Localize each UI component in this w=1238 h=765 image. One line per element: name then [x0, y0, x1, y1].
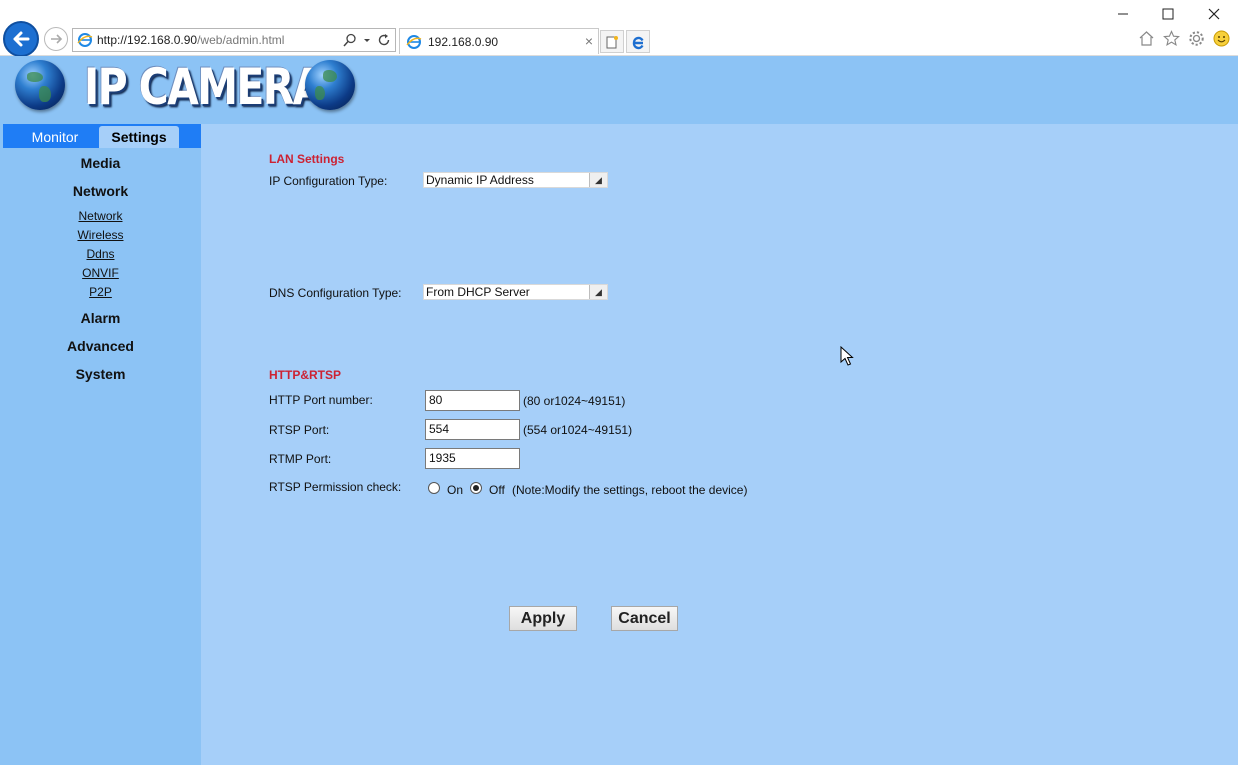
mouse-cursor-icon: [840, 346, 854, 366]
ip-config-label: IP Configuration Type:: [269, 174, 388, 188]
sidebar-tab-bar: Monitor Settings: [3, 124, 201, 148]
sidebar-link-ddns[interactable]: Ddns: [0, 247, 201, 261]
forward-button[interactable]: [44, 27, 68, 51]
new-tab-button[interactable]: [600, 30, 624, 53]
apply-button[interactable]: Apply: [509, 606, 577, 631]
banner-title: IP CAMERA: [84, 58, 324, 116]
rtmp-port-label: RTMP Port:: [269, 452, 332, 466]
http-port-input[interactable]: 80: [425, 390, 520, 411]
home-icon[interactable]: [1138, 30, 1155, 47]
permission-off-label: Off: [489, 483, 505, 497]
globe-logo-right: [305, 60, 355, 110]
smiley-feedback-icon[interactable]: [1213, 30, 1230, 47]
url-host: http://192.168.0.90: [97, 33, 198, 47]
browser-tab[interactable]: 192.168.0.90 ×: [399, 28, 599, 54]
ip-config-value: Dynamic IP Address: [426, 173, 534, 187]
sidebar-link-network[interactable]: Network: [0, 209, 201, 223]
browser-chrome: http://192.168.0.90/web/admin.html 192.1…: [0, 0, 1238, 57]
forward-arrow-icon: [51, 34, 63, 44]
sidebar-section-network[interactable]: Network: [0, 183, 201, 199]
sidebar-link-onvif[interactable]: ONVIF: [0, 266, 201, 280]
tab-settings[interactable]: Settings: [99, 126, 179, 148]
search-icon[interactable]: [343, 33, 357, 47]
lan-settings-heading: LAN Settings: [269, 152, 345, 166]
sidebar-section-media[interactable]: Media: [0, 155, 201, 171]
tab-favicon-icon: [406, 34, 422, 49]
dropdown-icon[interactable]: [363, 33, 371, 47]
sidebar-link-p2p[interactable]: P2P: [0, 285, 201, 299]
close-window-button[interactable]: [1191, 3, 1237, 25]
close-icon: [1208, 8, 1220, 20]
permission-on-radio[interactable]: [428, 482, 440, 494]
permission-note: (Note:Modify the settings, reboot the de…: [512, 483, 748, 497]
edge-button[interactable]: [626, 30, 650, 53]
rtsp-port-input[interactable]: 554: [425, 419, 520, 440]
tab-title: 192.168.0.90: [428, 34, 499, 49]
minimize-button[interactable]: [1100, 3, 1146, 25]
http-port-hint: (80 or1024~49151): [523, 394, 626, 408]
http-port-label: HTTP Port number:: [269, 393, 373, 407]
tab-monitor[interactable]: Monitor: [11, 126, 99, 148]
ie-page-icon: [77, 33, 93, 47]
edge-icon: [632, 36, 644, 49]
minimize-icon: [1118, 13, 1128, 15]
rtmp-port-input[interactable]: 1935: [425, 448, 520, 469]
web-page: IP CAMERA Monitor Settings Media Network…: [0, 56, 1238, 765]
cancel-button[interactable]: Cancel: [611, 606, 678, 631]
ip-config-select[interactable]: Dynamic IP Address ◢: [423, 172, 608, 188]
back-button[interactable]: [3, 21, 39, 57]
select-arrow-icon: ◢: [589, 285, 607, 299]
globe-logo-left: [15, 60, 65, 110]
sidebar-section-system[interactable]: System: [0, 366, 201, 382]
permission-on-label: On: [447, 483, 464, 497]
select-arrow-icon: ◢: [589, 173, 607, 187]
http-rtsp-heading: HTTP&RTSP: [269, 368, 341, 382]
new-tab-icon: [606, 35, 618, 48]
dns-config-label: DNS Configuration Type:: [269, 286, 402, 300]
sidebar-section-alarm[interactable]: Alarm: [0, 310, 201, 326]
rtsp-permission-label: RTSP Permission check:: [269, 480, 402, 494]
favorites-star-icon[interactable]: [1163, 30, 1180, 47]
settings-content: LAN Settings IP Configuration Type: Dyna…: [201, 124, 1238, 765]
maximize-icon: [1162, 8, 1174, 20]
sidebar: Monitor Settings Media Network Network W…: [0, 124, 201, 765]
tab-close-button[interactable]: ×: [585, 33, 593, 49]
url-path: /web/admin.html: [197, 33, 285, 47]
settings-gear-icon[interactable]: [1188, 30, 1205, 47]
dns-config-select[interactable]: From DHCP Server ◢: [423, 284, 608, 300]
sidebar-link-wireless[interactable]: Wireless: [0, 228, 201, 242]
permission-off-radio[interactable]: [470, 482, 482, 494]
rtsp-port-hint: (554 or1024~49151): [523, 423, 633, 437]
back-arrow-icon: [13, 31, 30, 47]
sidebar-section-advanced[interactable]: Advanced: [0, 338, 201, 354]
refresh-icon[interactable]: [377, 33, 391, 47]
address-url: http://192.168.0.90/web/admin.html: [97, 33, 284, 47]
rtsp-port-label: RTSP Port:: [269, 423, 330, 437]
address-bar[interactable]: http://192.168.0.90/web/admin.html: [72, 28, 396, 52]
banner: IP CAMERA: [0, 56, 1238, 124]
dns-config-value: From DHCP Server: [426, 285, 530, 299]
maximize-button[interactable]: [1145, 3, 1191, 25]
